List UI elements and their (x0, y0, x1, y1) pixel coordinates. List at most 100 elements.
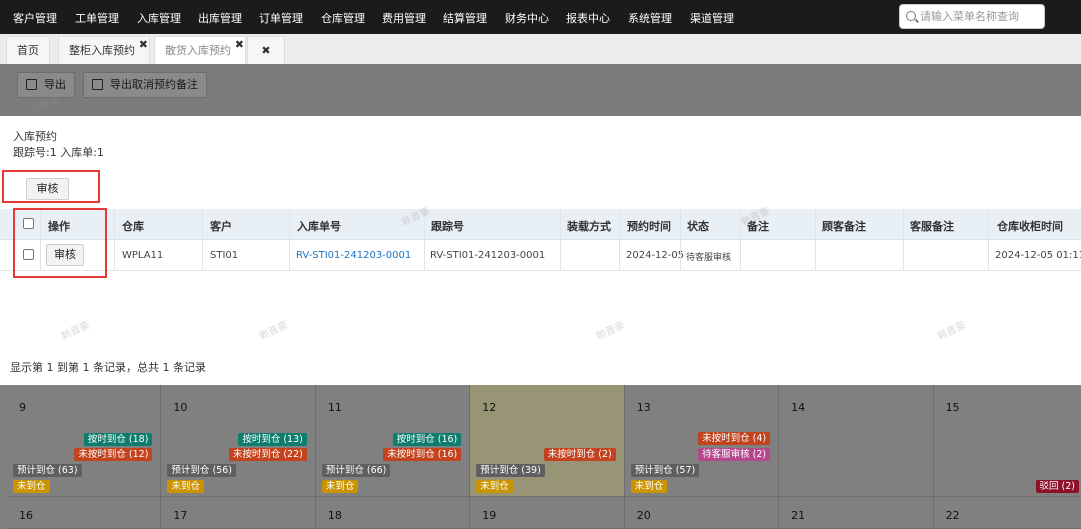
close-icon[interactable]: ✖ (235, 31, 244, 59)
cell-receive-time: 2024-12-05 01:11:25 (995, 250, 1081, 261)
calendar-status-badge[interactable]: 未到仓 (476, 480, 513, 493)
menu-search-placeholder: 请输入菜单名称查询 (920, 10, 1019, 23)
close-icon[interactable]: ✖ (139, 31, 148, 59)
calendar-status-badge[interactable]: 按时到仓 (16) (392, 433, 462, 446)
nav-item-customer[interactable]: 客户管理 (13, 10, 57, 26)
col-divider (560, 209, 561, 271)
calendar-day-number: 12 (482, 401, 497, 414)
calendar-day-cell[interactable]: 17 (161, 497, 316, 529)
calendar-day-cell[interactable]: 18 (315, 497, 471, 529)
highlight-box (13, 208, 107, 278)
col-divider (680, 209, 681, 271)
calendar-status-badge[interactable]: 未到仓 (321, 480, 359, 493)
watermark: 赖晋豪 (59, 319, 92, 343)
calendar-day-number: 11 (327, 401, 342, 414)
col-divider (903, 209, 904, 271)
calendar-status-badge[interactable]: 未按时到仓 (22) (228, 448, 307, 461)
export-cancel-remark-button[interactable]: 导出取消预约备注 (83, 72, 207, 98)
calendar-day-cell[interactable]: 20 (624, 497, 780, 529)
watermark: 赖晋豪 (257, 319, 290, 343)
calendar-status-badge[interactable]: 未到仓 (13, 480, 50, 493)
col-divider (988, 209, 989, 271)
tab-bulk-label: 散货入库预约 (165, 44, 231, 57)
col-customer-remark: 顾客备注 (822, 220, 866, 233)
col-customer: 客户 (210, 220, 232, 233)
calendar-day-cell[interactable]: 14 (779, 385, 934, 497)
watermark: 赖晋豪 (935, 319, 968, 343)
calendar-status-badge[interactable]: 预计到仓 (39) (476, 464, 545, 477)
tab-home-label: 首页 (17, 44, 39, 57)
col-receive-time: 仓库收柜时间 (997, 220, 1063, 233)
col-divider (114, 209, 115, 271)
col-divider (202, 209, 203, 271)
calendar-status-badge[interactable]: 未按时到仓 (12) (74, 448, 153, 461)
export-cancel-label: 导出取消预约备注 (110, 78, 198, 91)
calendar-day-cell[interactable]: 11 按时到仓 (16) 未按时到仓 (16) 预计到仓 (66) 未到仓 (315, 385, 471, 497)
tab-full-container-booking[interactable]: 整柜入库预约 ✖ (58, 36, 150, 64)
nav-item-inbound[interactable]: 入库管理 (137, 10, 181, 26)
pagination-info: 显示第 1 到第 1 条记录，总共 1 条记录 (10, 361, 206, 374)
calendar-day-cell[interactable]: 13 未按时到仓 (4) 待客服审核 (2) 预计到仓 (57) 未到仓 (624, 385, 780, 497)
calendar-day-number: 16 (19, 509, 33, 522)
nav-item-finance[interactable]: 财务中心 (505, 10, 549, 26)
menu-search-input[interactable]: 请输入菜单名称查询 (899, 4, 1045, 29)
calendar-day-cell[interactable]: 15 驳回 (2) (933, 385, 1081, 497)
nav-item-workorder[interactable]: 工单管理 (75, 10, 119, 26)
watermark: 赖晋豪 (594, 319, 627, 343)
col-service-remark: 客服备注 (910, 220, 954, 233)
tab-close-all[interactable]: ✖ (247, 36, 285, 64)
tab-bulk-booking[interactable]: 散货入库预约 ✖ (154, 36, 246, 64)
modal-subtitle: 跟踪号:1 入库单:1 (13, 146, 104, 159)
col-divider (815, 209, 816, 271)
calendar-status-badge[interactable]: 未按时到仓 (2) (543, 448, 616, 461)
col-tracking-no: 跟踪号 (431, 220, 464, 233)
nav-item-order[interactable]: 订单管理 (259, 10, 303, 26)
calendar-status-badge[interactable]: 预计到仓 (57) (630, 464, 700, 477)
calendar-day-number: 18 (327, 509, 342, 522)
calendar-day-cell[interactable]: 12 未按时到仓 (2) 预计到仓 (39) 未到仓 (470, 385, 625, 497)
calendar-status-badge[interactable]: 待客服审核 (2) (698, 448, 771, 461)
calendar-day-cell[interactable]: 21 (779, 497, 934, 529)
calendar-status-badge[interactable]: 未到仓 (630, 480, 668, 493)
calendar-day-number: 15 (945, 401, 960, 414)
calendar-day-number: 20 (636, 509, 651, 522)
calendar-day-number: 9 (19, 401, 26, 414)
nav-item-report[interactable]: 报表中心 (566, 10, 610, 26)
calendar-day-number: 21 (791, 509, 806, 522)
modal-title: 入库预约 (13, 130, 57, 143)
nav-item-fee[interactable]: 费用管理 (382, 10, 426, 26)
col-inbound-no: 入库单号 (297, 220, 341, 233)
calendar-day-cell[interactable]: 19 (470, 497, 625, 529)
calendar-day-cell[interactable]: 16 (7, 497, 162, 529)
calendar-status-badge[interactable]: 按时到仓 (18) (83, 433, 153, 446)
nav-item-warehouse[interactable]: 仓库管理 (321, 10, 365, 26)
nav-item-outbound[interactable]: 出库管理 (198, 10, 242, 26)
calendar-day-cell[interactable]: 22 (933, 497, 1081, 529)
calendar-status-badge[interactable]: 预计到仓 (66) (321, 464, 391, 477)
calendar-status-badge[interactable]: 未到仓 (167, 480, 204, 493)
calendar-day-cell[interactable]: 10 按时到仓 (13) 未按时到仓 (22) 预计到仓 (56) 未到仓 (161, 385, 316, 497)
nav-item-channel[interactable]: 渠道管理 (690, 10, 734, 26)
cell-booking-time: 2024-12-05 (626, 250, 685, 261)
nav-item-settlement[interactable]: 结算管理 (443, 10, 487, 26)
calendar-status-badge[interactable]: 按时到仓 (13) (238, 433, 307, 446)
batch-audit-button[interactable]: 审核 (26, 178, 69, 200)
calendar-status-badge[interactable]: 未按时到仓 (16) (383, 448, 462, 461)
cell-tracking-no: RV-STI01-241203-0001 (430, 250, 546, 261)
calendar-day-number: 10 (173, 401, 188, 414)
calendar-day-number: 14 (791, 401, 806, 414)
calendar-status-badge[interactable]: 预计到仓 (56) (167, 464, 236, 477)
nav-item-system[interactable]: 系统管理 (628, 10, 672, 26)
calendar-background: 9 按时到仓 (18) 未按时到仓 (12) 预计到仓 (63) 未到仓 10 按时到仓 (… (0, 385, 1081, 529)
calendar-status-badge[interactable]: 未按时到仓 (4) (698, 432, 771, 445)
cell-status: 待客服审核 (686, 253, 732, 263)
cell-inbound-no-link[interactable]: RV-STI01-241203-0001 (296, 250, 411, 261)
search-icon (906, 11, 916, 21)
col-divider (619, 209, 620, 271)
calendar-status-badge[interactable]: 预计到仓 (63) (13, 464, 82, 477)
calendar-day-cell[interactable]: 9 按时到仓 (18) 未按时到仓 (12) 预计到仓 (63) 未到仓 (7, 385, 162, 497)
calendar-status-badge[interactable]: 驳回 (2) (1035, 480, 1079, 493)
tab-home[interactable]: 首页 (6, 36, 50, 64)
export-icon (92, 79, 103, 90)
cell-customer: STI01 (210, 250, 239, 261)
